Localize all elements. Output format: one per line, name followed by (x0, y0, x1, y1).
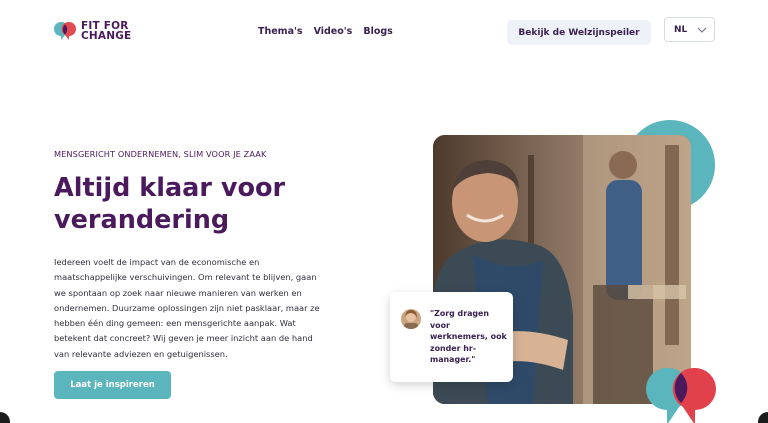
language-selector[interactable]: NL (664, 17, 715, 42)
hero-title-line-2: verandering (54, 205, 230, 235)
language-label: NL (674, 24, 688, 35)
hero-body: Iedereen voelt de impact van de economis… (54, 257, 320, 359)
window-corner-right (758, 412, 768, 423)
site-header: FIT FOR CHANGE Thema's Video's Blogs Bek… (0, 0, 768, 62)
testimonial-card: "Zorg dragen voor werknemers, ook zonder… (390, 292, 513, 382)
hero-title: Altijd klaar voor verandering (54, 172, 354, 236)
welzijnspeiler-button[interactable]: Bekijk de Welzijnspeiler (507, 20, 651, 45)
hero-title-line-1: Altijd klaar voor (54, 173, 286, 203)
chevron-down-icon (697, 27, 707, 33)
testimonial-quote: "Zorg dragen voor werknemers, ook zonder… (430, 309, 507, 365)
speech-bubbles-brand-mark-icon (646, 367, 716, 423)
nav-link-themas[interactable]: Thema's (258, 26, 303, 37)
logo[interactable]: FIT FOR CHANGE (54, 21, 131, 41)
hero-eyebrow: MENSGERICHT ONDERNEMEN, SLIM VOOR JE ZAA… (54, 149, 267, 159)
nav-link-blogs[interactable]: Blogs (363, 26, 392, 37)
logo-text: FIT FOR CHANGE (81, 21, 132, 42)
window-corner-left (0, 412, 10, 423)
nav-link-videos[interactable]: Video's (314, 26, 353, 37)
testimonial-avatar (401, 309, 421, 329)
speech-bubbles-logo-icon (54, 21, 76, 40)
inspire-button[interactable]: Laat je inspireren (54, 371, 171, 399)
main-nav: Thema's Video's Blogs (258, 26, 393, 37)
logo-line-2: CHANGE (81, 30, 132, 42)
